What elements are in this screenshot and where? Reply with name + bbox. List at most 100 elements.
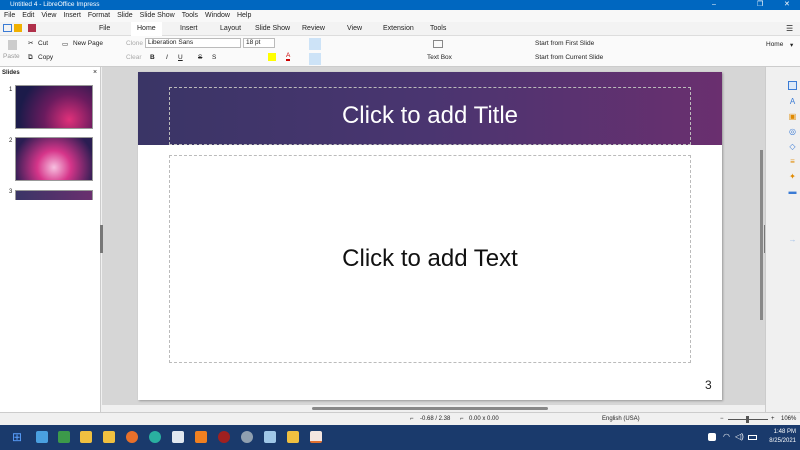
highlight-icon[interactable]	[268, 53, 276, 61]
tab-slide-show[interactable]: Slide Show	[255, 22, 290, 36]
close-button[interactable]: ✕	[784, 0, 790, 10]
maximize-button[interactable]: ❐	[757, 0, 763, 10]
taskbar: ⊞ ◠ ◁) 1:48 PM 8/25/2021	[0, 425, 800, 450]
save-icon[interactable]	[28, 24, 36, 32]
shadow-button[interactable]: S	[212, 54, 216, 61]
clock-date[interactable]: 8/25/2021	[762, 438, 796, 444]
font-size-value: 18 pt	[246, 39, 261, 46]
quick-new-icon[interactable]	[3, 24, 12, 32]
document-icon[interactable]	[172, 431, 184, 443]
vertical-scrollbar[interactable]	[760, 150, 763, 320]
strikethrough-button[interactable]: S	[198, 54, 202, 61]
menu-slide-show[interactable]: Slide Show	[140, 12, 175, 19]
cut-button[interactable]: Cut	[38, 40, 48, 47]
status-bar: ⌐ -0.68 / 2.38 ⌐ 0.00 x 0.00 English (US…	[0, 412, 800, 425]
open-icon[interactable]	[14, 24, 22, 32]
clone-button[interactable]: Clone	[126, 40, 143, 47]
tab-home[interactable]: Home	[131, 22, 162, 36]
taskview-icon[interactable]	[36, 431, 48, 443]
firefox-icon[interactable]	[126, 431, 138, 443]
settings-icon[interactable]	[241, 431, 253, 443]
navigator-icon[interactable]: ◎	[788, 127, 797, 136]
tab-file[interactable]: File	[99, 22, 110, 36]
content-placeholder-text: Click to add Text	[342, 245, 518, 272]
menu-edit[interactable]: Edit	[22, 12, 34, 19]
notebookbar-tabs: File Home Insert Layout Slide Show Revie…	[0, 22, 800, 36]
menu-file[interactable]: File	[4, 12, 15, 19]
italic-button[interactable]: I	[166, 54, 168, 61]
edge-icon[interactable]	[149, 431, 161, 443]
tab-view[interactable]: View	[347, 22, 362, 36]
slide-thumbnail-2[interactable]	[15, 137, 93, 181]
home-dropdown[interactable]: Home	[766, 41, 783, 48]
file-explorer-icon[interactable]	[80, 431, 92, 443]
vlc-icon[interactable]	[195, 431, 207, 443]
styles-icon[interactable]: A	[788, 97, 797, 106]
content-placeholder[interactable]: Click to add Text	[169, 155, 691, 363]
remote-desktop-icon[interactable]	[264, 431, 276, 443]
clock-time[interactable]: 1:48 PM	[766, 429, 796, 435]
volume-icon[interactable]: ◁)	[735, 432, 744, 441]
menu-help[interactable]: Help	[237, 12, 251, 19]
menu-hamburger-icon[interactable]: ☰	[786, 22, 793, 36]
menu-insert[interactable]: Insert	[63, 12, 81, 19]
slide-thumbnail-1[interactable]	[15, 85, 93, 129]
slide-thumbnail-3[interactable]	[15, 190, 93, 200]
slide-page-number: 3	[705, 378, 712, 392]
app-red-icon[interactable]	[218, 431, 230, 443]
underline-button[interactable]: U	[178, 54, 183, 61]
new-page-button[interactable]: New Page	[73, 40, 103, 47]
menu-format[interactable]: Format	[88, 12, 110, 19]
align-top-icon[interactable]	[309, 38, 321, 50]
menu-tools[interactable]: Tools	[182, 12, 198, 19]
chevron-down-icon[interactable]: ▾	[790, 41, 793, 49]
folder-icon[interactable]	[287, 431, 299, 443]
tab-tools[interactable]: Tools	[430, 22, 446, 36]
impress-icon[interactable]	[310, 431, 322, 443]
master-slides-icon[interactable]: ▬	[788, 187, 797, 196]
transition-icon[interactable]: ✦	[788, 172, 797, 181]
slide-canvas[interactable]: Click to add Title Click to add Text 3	[138, 72, 722, 400]
horizontal-scrollbar[interactable]	[312, 407, 548, 410]
font-color-icon[interactable]: A	[286, 52, 291, 61]
font-name-field[interactable]: Liberation Sans	[145, 38, 241, 48]
sidebar-arrow-icon[interactable]: →	[788, 235, 797, 244]
title-bar: Untitled 4 - LibreOffice Impress – ❐ ✕	[0, 0, 800, 10]
bold-button[interactable]: B	[150, 54, 155, 61]
shapes-icon[interactable]: ◇	[788, 142, 797, 151]
start-first-slide-button[interactable]: Start from First Slide	[535, 40, 594, 47]
tab-review[interactable]: Review	[302, 22, 325, 36]
gallery-icon[interactable]: ▣	[788, 112, 797, 121]
tab-insert[interactable]: Insert	[180, 22, 198, 36]
zoom-slider-thumb[interactable]	[746, 416, 749, 423]
align-left-icon[interactable]	[309, 53, 321, 65]
app-icon[interactable]	[58, 431, 70, 443]
menu-window[interactable]: Window	[205, 12, 230, 19]
minimize-button[interactable]: –	[712, 0, 716, 10]
start-current-slide-button[interactable]: Start from Current Slide	[535, 54, 603, 61]
font-size-field[interactable]: 18 pt	[243, 38, 275, 48]
animation-icon[interactable]: ≡	[788, 157, 797, 166]
text-box-button[interactable]: Text Box	[427, 54, 452, 61]
paste-button[interactable]: Paste	[3, 53, 20, 60]
cut-icon: ✂	[28, 40, 34, 47]
folder-icon[interactable]	[103, 431, 115, 443]
menu-slide[interactable]: Slide	[117, 12, 133, 19]
slides-pane-close[interactable]: ×	[93, 69, 97, 76]
paste-icon[interactable]	[8, 40, 17, 50]
menu-view[interactable]: View	[41, 12, 56, 19]
tab-extension[interactable]: Extension	[383, 22, 414, 36]
text-box-icon	[433, 40, 443, 48]
wifi-icon[interactable]: ◠	[723, 432, 730, 441]
battery-icon[interactable]	[748, 435, 757, 440]
clear-button[interactable]: Clear	[126, 54, 142, 61]
properties-icon[interactable]	[788, 81, 797, 90]
tab-layout[interactable]: Layout	[220, 22, 241, 36]
windows-start-icon[interactable]: ⊞	[12, 431, 24, 443]
slide-number: 1	[9, 87, 13, 93]
sidebar-deck: A ▣ ◎ ◇ ≡ ✦ ▬ →	[765, 67, 800, 412]
copy-button[interactable]: Copy	[38, 54, 53, 61]
notification-square-icon[interactable]	[708, 433, 716, 441]
pane-splitter-handle[interactable]	[100, 225, 103, 253]
title-placeholder[interactable]: Click to add Title	[169, 87, 691, 145]
